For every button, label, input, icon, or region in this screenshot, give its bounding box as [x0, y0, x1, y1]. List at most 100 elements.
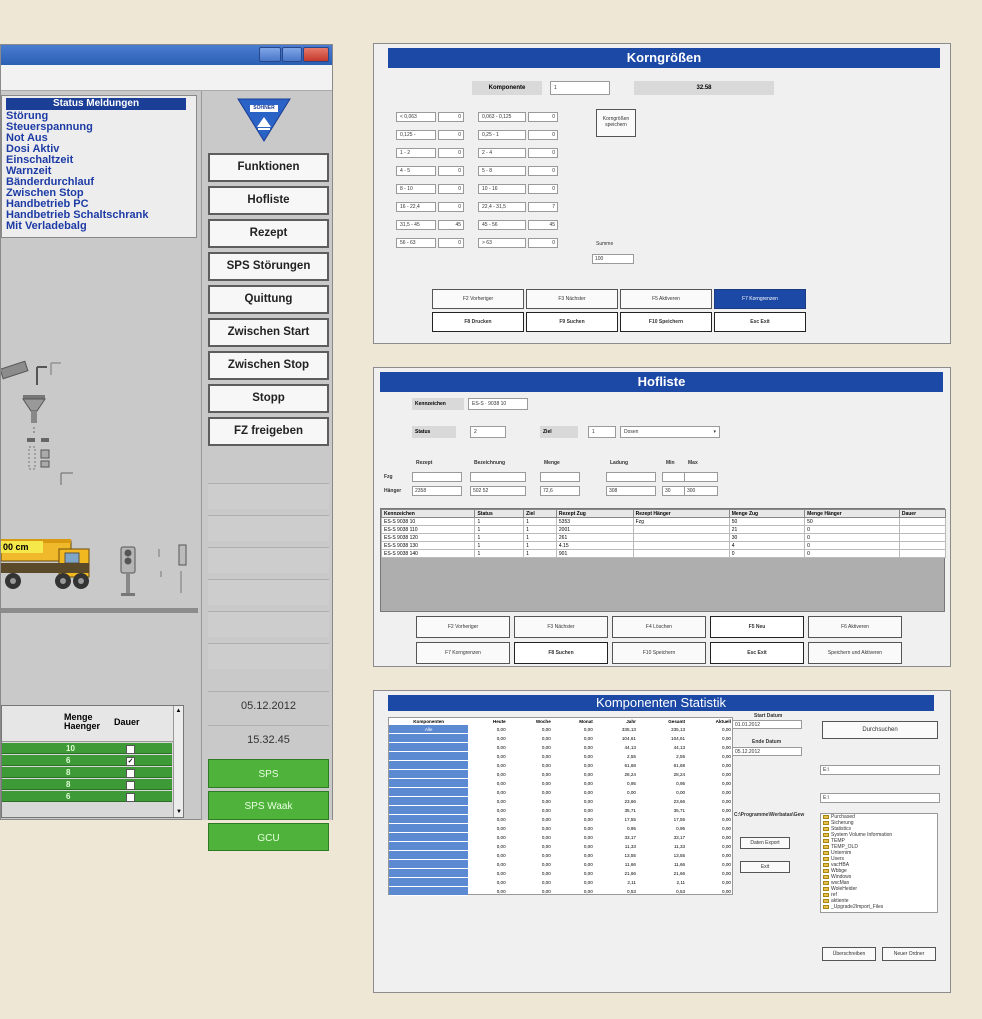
gcu-button[interactable]: GCU	[208, 823, 329, 851]
start-datum-input[interactable]: 01.01.2012	[732, 720, 802, 729]
checkbox[interactable]: ✓	[126, 757, 135, 766]
hof-button[interactable]: Speichern und Aktiveren	[808, 642, 902, 664]
folder-item[interactable]: _Upgrade2Import_Files	[821, 904, 937, 910]
durchsuchen-button[interactable]: Durchsuchen	[822, 721, 938, 739]
checkbox[interactable]	[126, 769, 135, 778]
statistik-row[interactable]: 0,00 0,00 0,00 2,11 2,11 0,00	[389, 877, 734, 887]
statistik-row[interactable]: 0,00 0,00 0,00 0,53 0,53 0,00	[389, 886, 734, 896]
maximize-button[interactable]	[282, 47, 302, 62]
korn-button[interactable]: F5 Aktiveren	[620, 289, 712, 309]
statistik-row[interactable]: Alle 0,00 0,00 0,00 335,13 335,13 0,00	[389, 725, 734, 734]
hof-button[interactable]: F10 Speichern	[612, 642, 706, 664]
korn-button[interactable]: Esc Exit	[714, 312, 806, 332]
korn-value-right[interactable]: 45	[528, 220, 558, 230]
hof-haenger-field[interactable]: 2358	[412, 486, 462, 496]
ueberschreiben-button[interactable]: Überschreiben	[822, 947, 876, 961]
hof-table-header[interactable]: Rezept Zug	[555, 509, 634, 518]
hof-fzg-field[interactable]	[540, 472, 580, 482]
statistik-row[interactable]: 0,00 0,00 0,00 44,13 44,13 0,00	[389, 742, 734, 752]
korn-value-right[interactable]: 0	[528, 148, 558, 158]
scroll-up-icon[interactable]: ▲	[174, 706, 183, 716]
hof-table-header[interactable]: Ziel	[523, 509, 557, 518]
side-button-stopp[interactable]: Stopp	[208, 384, 329, 413]
table-row[interactable]: ES-S 9038 130 1 1 4.15 4 0	[380, 541, 947, 550]
exit-button[interactable]: Exit	[740, 861, 790, 873]
korn-value-left[interactable]: 0	[438, 184, 464, 194]
side-button-zwischen-start[interactable]: Zwischen Start	[208, 318, 329, 347]
statistik-row[interactable]: 0,00 0,00 0,00 0,00 0,00 0,00	[389, 787, 734, 797]
side-button-zwischen-stop[interactable]: Zwischen Stop	[208, 351, 329, 380]
table-row[interactable]: ES-S 9038 140 1 1 901 0 0	[380, 549, 947, 558]
hof-button[interactable]: F7 Korngrenzen	[416, 642, 510, 664]
korn-value-left[interactable]: 0	[438, 202, 464, 212]
daten-export-button[interactable]: Daten Export	[740, 837, 790, 849]
hof-table-header[interactable]: Menge Zug	[728, 509, 806, 518]
hof-button[interactable]: Esc Exit	[710, 642, 804, 664]
ziel-input[interactable]: 1	[588, 426, 616, 438]
table-row[interactable]: ES-S 9038 120 1 1 261 30 0	[380, 533, 947, 542]
statistik-row[interactable]: 0,00 0,00 0,00 11,33 11,33 0,00	[389, 841, 734, 851]
korngroessen-speichern-button[interactable]: Korngrößen speichern	[596, 109, 636, 137]
komponente-input[interactable]: 1	[550, 81, 610, 95]
korn-value-left[interactable]: 0	[438, 166, 464, 176]
korn-button[interactable]: F2 Vorheriger	[432, 289, 524, 309]
grid-row[interactable]: 8	[2, 767, 172, 778]
hof-table-header[interactable]: Status	[474, 509, 525, 518]
korn-button[interactable]: F7 Korngrenzen	[714, 289, 806, 309]
statistik-header[interactable]: Jahr	[596, 718, 639, 725]
hof-haenger-field[interactable]: 502 52	[470, 486, 526, 496]
checkbox[interactable]	[126, 781, 135, 790]
side-button-rezept[interactable]: Rezept	[208, 219, 329, 248]
checkbox[interactable]	[126, 793, 135, 802]
statistik-row[interactable]: 0,00 0,00 0,00 23,66 23,66 0,00	[389, 796, 734, 806]
hof-haenger-field[interactable]: 300	[684, 486, 718, 496]
hof-button[interactable]: F2 Vorheriger	[416, 616, 510, 638]
statistik-row[interactable]: 0,00 0,00 0,00 0,95 0,95 0,00	[389, 778, 734, 788]
sps-button[interactable]: SPS	[208, 759, 329, 788]
hof-fzg-field[interactable]	[470, 472, 526, 482]
table-row[interactable]: ES-S 9038 110 1 1 2001 21 0	[380, 525, 947, 534]
scroll-down-icon[interactable]: ▼	[174, 807, 184, 817]
korn-button[interactable]: F10 Speichern	[620, 312, 712, 332]
korn-value-right[interactable]: 0	[528, 130, 558, 140]
table-row[interactable]: ES-S 9038 10 1 1 5353 Fzg 50 50	[380, 517, 947, 526]
statistik-header[interactable]: Heute	[468, 718, 508, 725]
korn-value-right[interactable]: 0	[528, 184, 558, 194]
korn-value-right[interactable]: 0	[528, 112, 558, 122]
drive-select-1[interactable]: E:\	[820, 765, 940, 775]
statistik-row[interactable]: 0,00 0,00 0,00 61,68 61,68 0,00	[389, 760, 734, 770]
sps-waak-button[interactable]: SPS Waak	[208, 791, 329, 820]
status-input[interactable]: 2	[470, 426, 506, 438]
hof-button[interactable]: F6 Aktiveren	[808, 616, 902, 638]
statistik-row[interactable]: 0,00 0,00 0,00 2,55 2,55 0,00	[389, 751, 734, 761]
korn-button[interactable]: F9 Suchen	[526, 312, 618, 332]
statistik-row[interactable]: 0,00 0,00 0,00 11,66 11,66 0,00	[389, 859, 734, 869]
grid-row[interactable]: 10	[2, 743, 172, 754]
korn-value-right[interactable]: 7	[528, 202, 558, 212]
korn-value-right[interactable]: 0	[528, 166, 558, 176]
statistik-header[interactable]: Komponenten	[389, 718, 468, 725]
korn-value-left[interactable]: 45	[438, 220, 464, 230]
statistik-row[interactable]: 0,00 0,00 0,00 104,61 104,61 0,00	[389, 733, 734, 743]
korn-value-right[interactable]: 0	[528, 238, 558, 248]
hof-button[interactable]: F4 Löschen	[612, 616, 706, 638]
folder-list[interactable]: Purchased Sicherung Statistics System Volum…	[820, 813, 938, 913]
hof-haenger-field[interactable]: 308	[606, 486, 656, 496]
side-button-hofliste[interactable]: Hofliste	[208, 186, 329, 215]
hof-fzg-field[interactable]	[412, 472, 462, 482]
side-button-quittung[interactable]: Quittung	[208, 285, 329, 314]
statistik-header[interactable]: Aktuell	[688, 718, 734, 725]
korn-value-left[interactable]: 0	[438, 130, 464, 140]
ende-datum-input[interactable]: 05.12.2012	[732, 747, 802, 756]
hof-button[interactable]: F8 Suchen	[514, 642, 608, 664]
hof-haenger-field[interactable]: 72,6	[540, 486, 580, 496]
korn-value-left[interactable]: 0	[438, 112, 464, 122]
korn-button[interactable]: F8 Drucken	[432, 312, 524, 332]
ziel-select[interactable]: Dosen ▾	[620, 426, 720, 438]
side-button-funktionen[interactable]: Funktionen	[208, 153, 329, 182]
minimize-button[interactable]	[259, 47, 281, 62]
statistik-row[interactable]: 0,00 0,00 0,00 35,71 35,71 0,00	[389, 805, 734, 815]
hof-fzg-field[interactable]	[684, 472, 718, 482]
hof-fzg-field[interactable]	[606, 472, 656, 482]
grid-row[interactable]: 6	[2, 791, 172, 802]
